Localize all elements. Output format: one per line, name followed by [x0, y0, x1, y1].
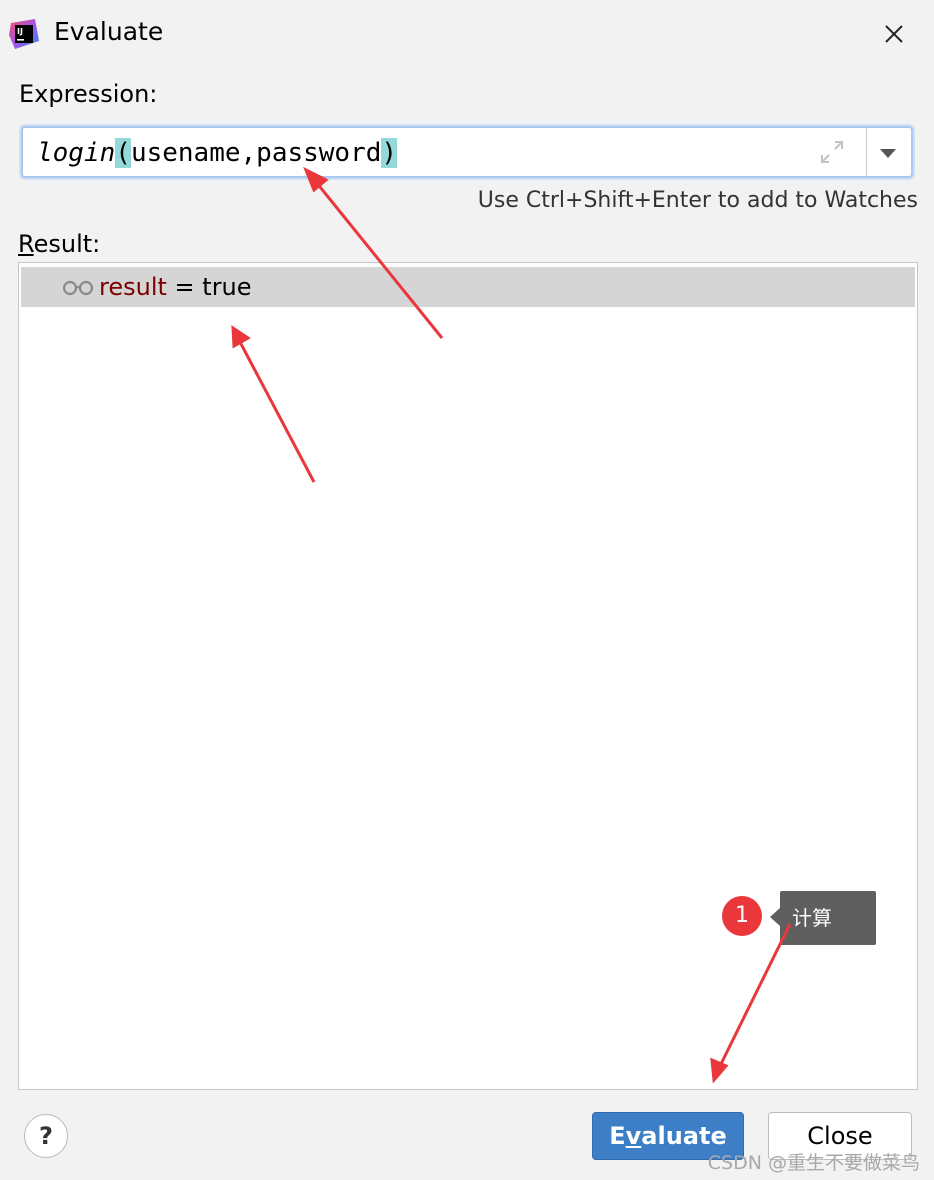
intellij-app-icon: IJ	[9, 19, 39, 49]
result-variable: result	[99, 273, 167, 301]
expression-function: login	[37, 138, 116, 168]
evaluate-label-start: E	[609, 1122, 626, 1150]
expression-arguments: usename,password	[130, 138, 382, 168]
tooltip-pointer	[770, 908, 780, 926]
app-icon-text: IJ	[17, 27, 23, 36]
result-label: Result:	[18, 230, 100, 258]
expression-open-paren: (	[115, 138, 131, 168]
step-badge: 1	[722, 896, 762, 936]
result-label-rest: esult:	[33, 230, 101, 258]
expand-icon[interactable]	[816, 136, 848, 168]
watch-glasses-icon	[62, 280, 94, 296]
watermark: CSDN @重生不要做菜鸟	[707, 1152, 920, 1174]
expression-input[interactable]: login(usename,password)	[21, 126, 913, 178]
result-value: true	[202, 273, 252, 301]
history-dropdown-icon[interactable]	[873, 140, 903, 166]
window-title: Evaluate	[54, 17, 164, 46]
help-button[interactable]: ?	[24, 1114, 68, 1158]
evaluate-dialog: IJ Evaluate Expression: login(usename,pa…	[0, 0, 934, 1180]
close-icon[interactable]	[876, 16, 912, 52]
expression-divider	[866, 128, 867, 176]
step-tooltip: 计算	[780, 891, 876, 945]
expression-label: Expression:	[19, 80, 158, 108]
evaluate-label-end: aluate	[641, 1122, 727, 1150]
result-row[interactable]: result = true	[21, 267, 915, 307]
result-label-mnemonic: R	[18, 230, 34, 258]
result-panel[interactable]: result = true	[18, 262, 918, 1090]
result-text: result = true	[99, 273, 252, 301]
watches-hint: Use Ctrl+Shift+Enter to add to Watches	[477, 188, 918, 213]
expression-close-paren: )	[381, 138, 398, 168]
title-bar: IJ Evaluate	[0, 0, 934, 68]
result-equals: =	[166, 273, 203, 301]
evaluate-label-mnemonic: v	[625, 1122, 642, 1150]
expression-text[interactable]: login(usename,password)	[37, 138, 398, 168]
